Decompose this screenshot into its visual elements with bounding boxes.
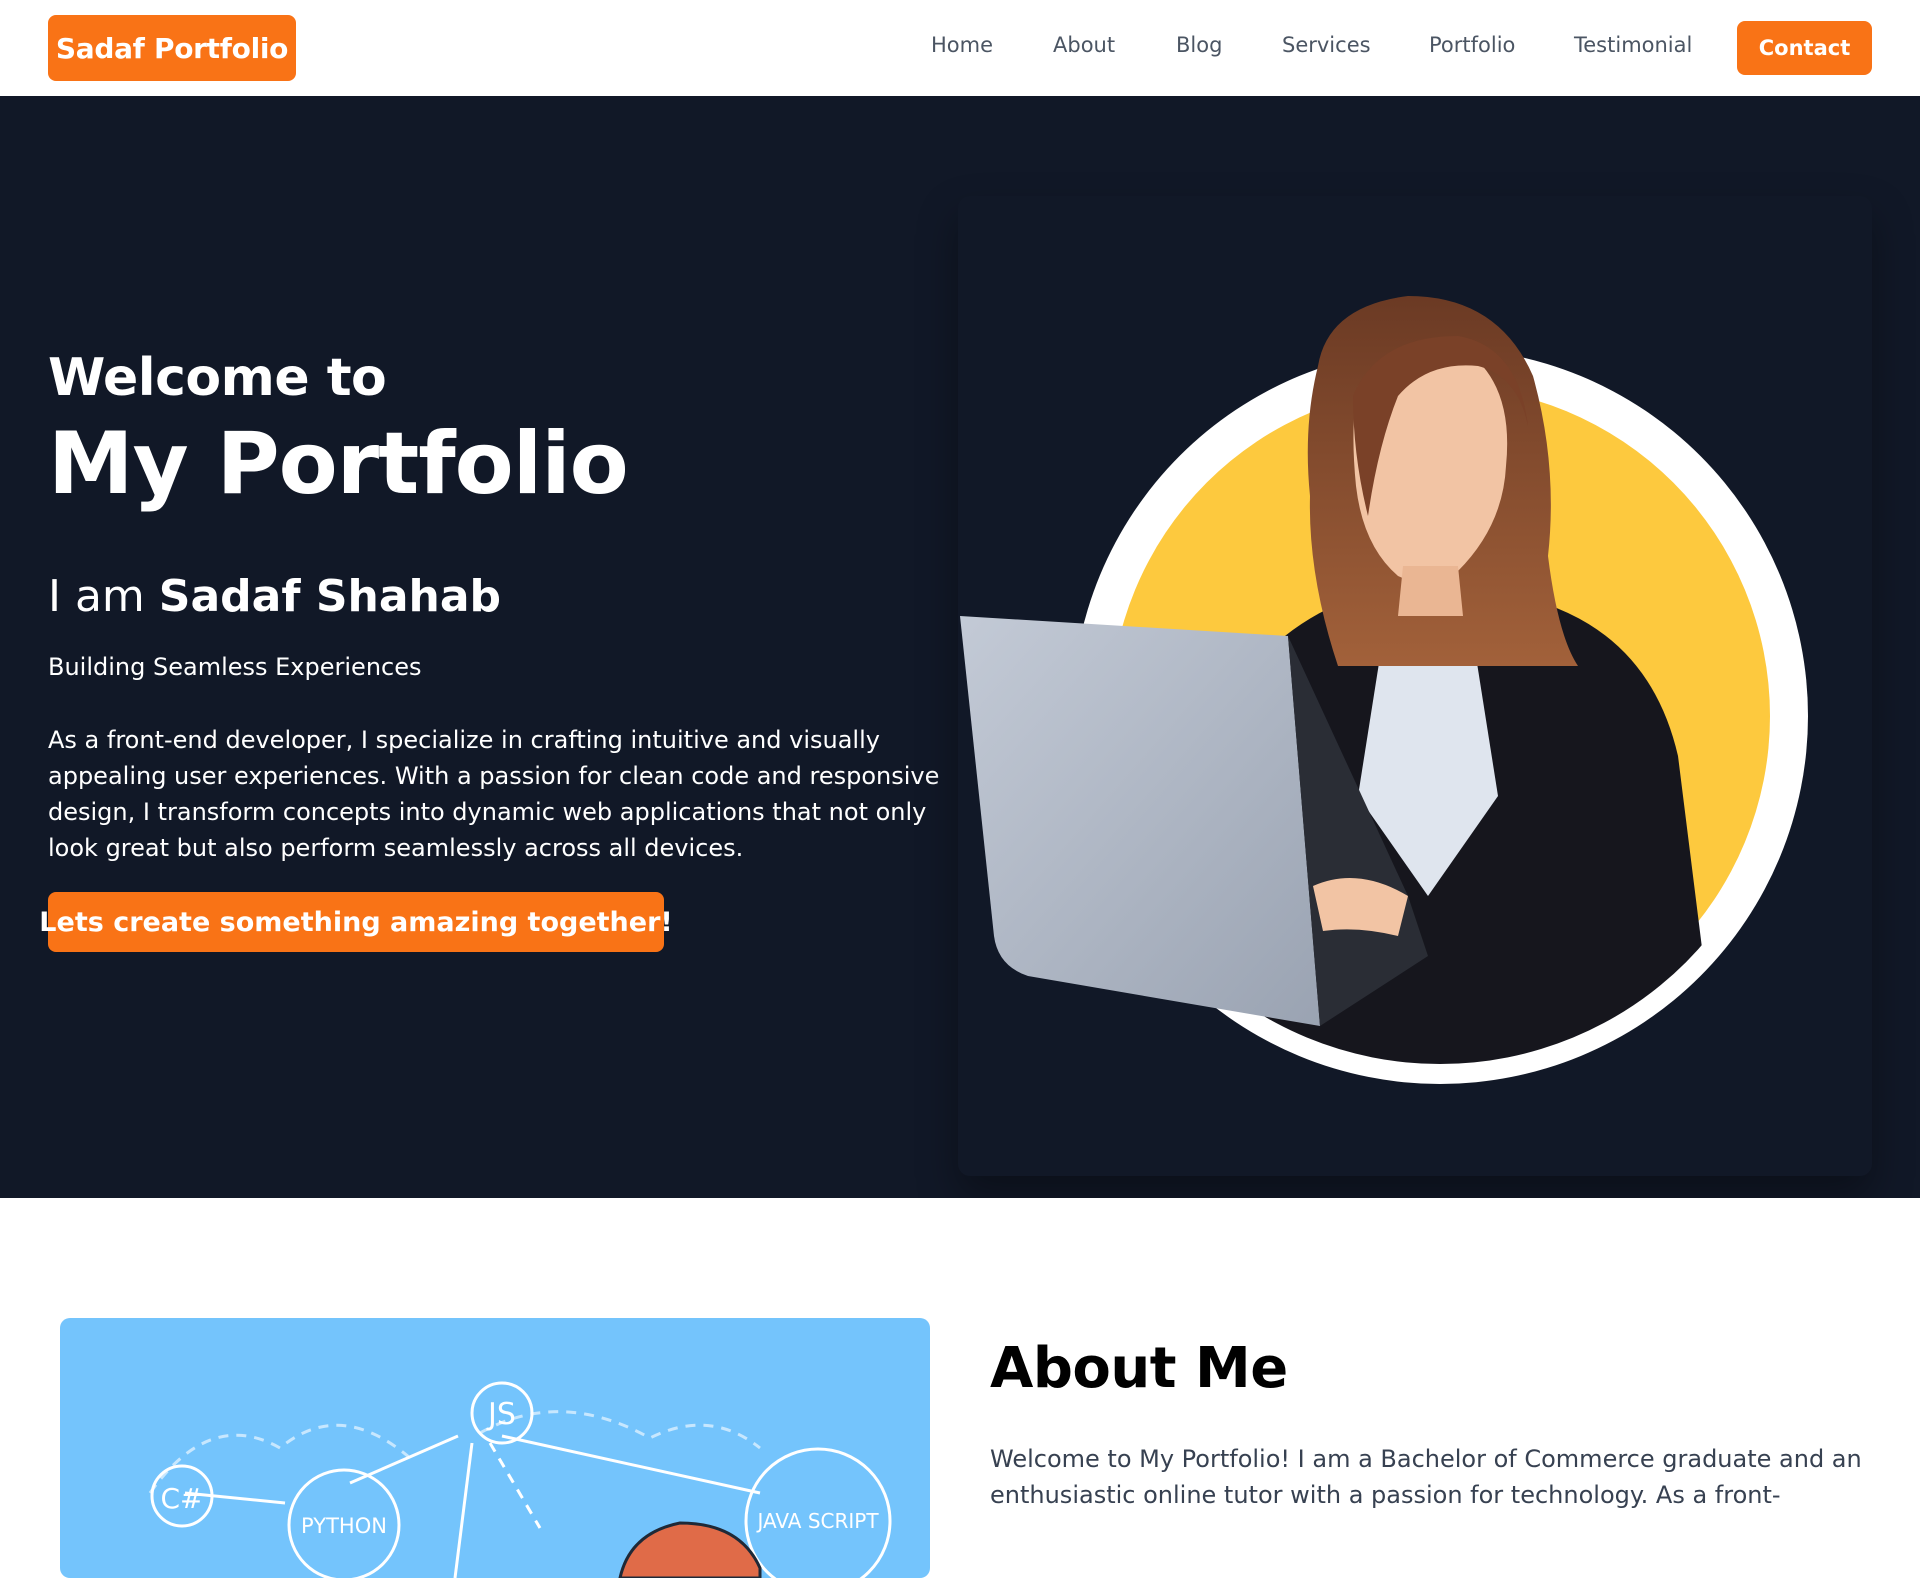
hero-portrait-illustration	[960, 296, 1808, 1084]
brand-logo[interactable]: Sadaf Portfolio	[48, 15, 296, 81]
hero-tagline: Building Seamless Experiences	[48, 653, 422, 681]
hero-section: Welcome to My Portfolio I am Sadaf Shaha…	[0, 96, 1920, 1198]
nav-link-testimonial[interactable]: Testimonial	[1574, 33, 1692, 57]
hero-image-card	[958, 196, 1872, 1176]
label-javascript: JAVA SCRIPT	[755, 1509, 879, 1533]
label-csharp: C#	[160, 1482, 203, 1515]
about-illustration: JS C# PYTHON JAVA SCRIPT	[60, 1318, 930, 1578]
hero-welcome: Welcome to	[48, 348, 387, 408]
laptop	[960, 616, 1320, 1026]
hero-name: Sadaf Shahab	[158, 571, 502, 622]
hero-cta-button[interactable]: Lets create something amazing together!	[39, 892, 673, 952]
hero-title: My Portfolio	[48, 414, 629, 514]
about-title: About Me	[990, 1336, 1288, 1401]
about-text: Welcome to My Portfolio! I am a Bachelor…	[990, 1445, 1862, 1509]
hero-description: As a front-end developer, I specialize i…	[48, 726, 940, 862]
contact-button[interactable]: Contact	[1737, 21, 1872, 75]
nav-link-portfolio[interactable]: Portfolio	[1429, 33, 1515, 57]
nav-link-about[interactable]: About	[1053, 33, 1115, 57]
label-js: JS	[486, 1397, 516, 1432]
about-section: JS C# PYTHON JAVA SCRIPT About Me Welcom…	[0, 1198, 1920, 1578]
label-python: PYTHON	[301, 1514, 387, 1538]
nav-link-services[interactable]: Services	[1282, 33, 1371, 57]
hero-intro: I am Sadaf Shahab	[48, 571, 501, 622]
nav-link-blog[interactable]: Blog	[1176, 33, 1222, 57]
hero-name-prefix: I am	[48, 571, 145, 622]
character-head	[620, 1523, 760, 1578]
tech-network-illustration: JS C# PYTHON JAVA SCRIPT	[148, 1381, 892, 1578]
navbar: Sadaf Portfolio Home About Blog Services…	[0, 0, 1920, 96]
nav-link-home[interactable]: Home	[931, 33, 993, 57]
